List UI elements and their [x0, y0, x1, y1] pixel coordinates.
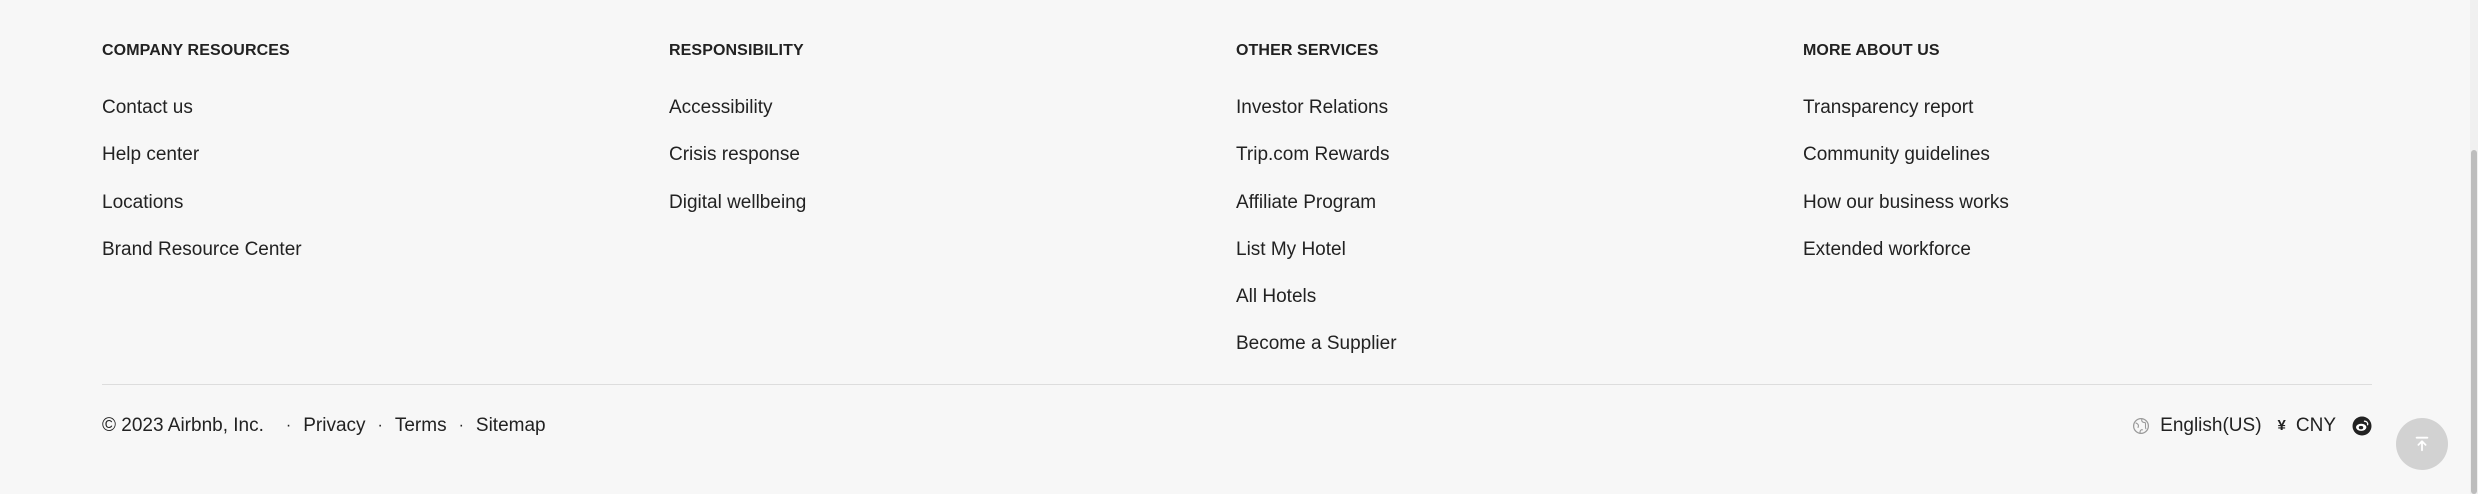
footer-link-extended-workforce[interactable]: Extended workforce [1803, 238, 2009, 285]
footer-column-company-resources: COMPANY RESOURCES Contact us Help center… [102, 40, 642, 260]
separator-dot: · [377, 417, 383, 434]
separator-dot: · [458, 417, 464, 434]
footer-preferences: English(US) ¥ CNY [2132, 414, 2372, 438]
footer-link-crisis-response[interactable]: Crisis response [669, 143, 806, 190]
legal-links: © 2023 Airbnb, Inc. · Privacy · Terms · … [102, 414, 546, 438]
footer-column-other-services: OTHER SERVICES Investor Relations Trip.c… [1236, 40, 1776, 354]
footer-link-trip-rewards[interactable]: Trip.com Rewards [1236, 143, 1397, 190]
footer-link-help-center[interactable]: Help center [102, 143, 302, 190]
footer-link-locations[interactable]: Locations [102, 191, 302, 238]
back-to-top-icon [2415, 436, 2429, 452]
footer-link-community-guidelines[interactable]: Community guidelines [1803, 143, 2009, 190]
footer-link-contact-us[interactable]: Contact us [102, 96, 302, 143]
footer-link-become-a-supplier[interactable]: Become a Supplier [1236, 332, 1397, 379]
currency-label: CNY [2295, 415, 2336, 436]
copyright-text: © 2023 Airbnb, Inc. [102, 415, 264, 436]
site-footer: COMPANY RESOURCES Contact us Help center… [102, 0, 2372, 494]
weibo-icon[interactable] [2352, 416, 2372, 436]
terms-link[interactable]: Terms [395, 414, 447, 438]
link-list: Investor Relations Trip.com Rewards Affi… [1236, 96, 1397, 380]
currency-selector[interactable]: ¥ CNY [2262, 414, 2336, 438]
language-label: English(US) [2160, 415, 2262, 436]
sitemap-link[interactable]: Sitemap [476, 414, 546, 438]
footer-link-all-hotels[interactable]: All Hotels [1236, 285, 1397, 332]
column-heading: MORE ABOUT US [1803, 42, 1940, 59]
footer-link-how-business-works[interactable]: How our business works [1803, 191, 2009, 238]
scrollbar-thumb[interactable] [2471, 150, 2477, 494]
link-list: Transparency report Community guidelines… [1803, 96, 2009, 285]
footer-link-list-my-hotel[interactable]: List My Hotel [1236, 238, 1397, 285]
footer-column-responsibility: RESPONSIBILITY Accessibility Crisis resp… [669, 40, 1209, 213]
page-scrollbar[interactable] [2470, 0, 2478, 494]
language-selector[interactable]: English(US) [2132, 414, 2262, 438]
footer-link-brand-resource-center[interactable]: Brand Resource Center [102, 238, 302, 285]
footer-link-transparency-report[interactable]: Transparency report [1803, 96, 2009, 143]
privacy-link[interactable]: Privacy [303, 414, 365, 438]
link-list: Accessibility Crisis response Digital we… [669, 96, 806, 238]
footer-link-digital-wellbeing[interactable]: Digital wellbeing [669, 191, 806, 238]
link-list: Contact us Help center Locations Brand R… [102, 96, 302, 285]
footer-column-more-about-us: MORE ABOUT US Transparency report Commun… [1803, 40, 2343, 260]
footer-columns: COMPANY RESOURCES Contact us Help center… [102, 0, 2372, 380]
separator-dot: · [285, 417, 292, 434]
globe-icon [2133, 417, 2150, 435]
currency-symbol: ¥ [2277, 417, 2286, 434]
footer-link-investor-relations[interactable]: Investor Relations [1236, 96, 1397, 143]
footer-link-affiliate-program[interactable]: Affiliate Program [1236, 191, 1397, 238]
column-heading: RESPONSIBILITY [669, 42, 804, 59]
footer-bottom-bar: © 2023 Airbnb, Inc. · Privacy · Terms · … [102, 414, 2372, 438]
back-to-top-button[interactable] [2396, 418, 2448, 470]
column-heading: OTHER SERVICES [1236, 42, 1379, 59]
column-heading: COMPANY RESOURCES [102, 42, 290, 59]
footer-divider [102, 384, 2372, 385]
footer-link-accessibility[interactable]: Accessibility [669, 96, 806, 143]
